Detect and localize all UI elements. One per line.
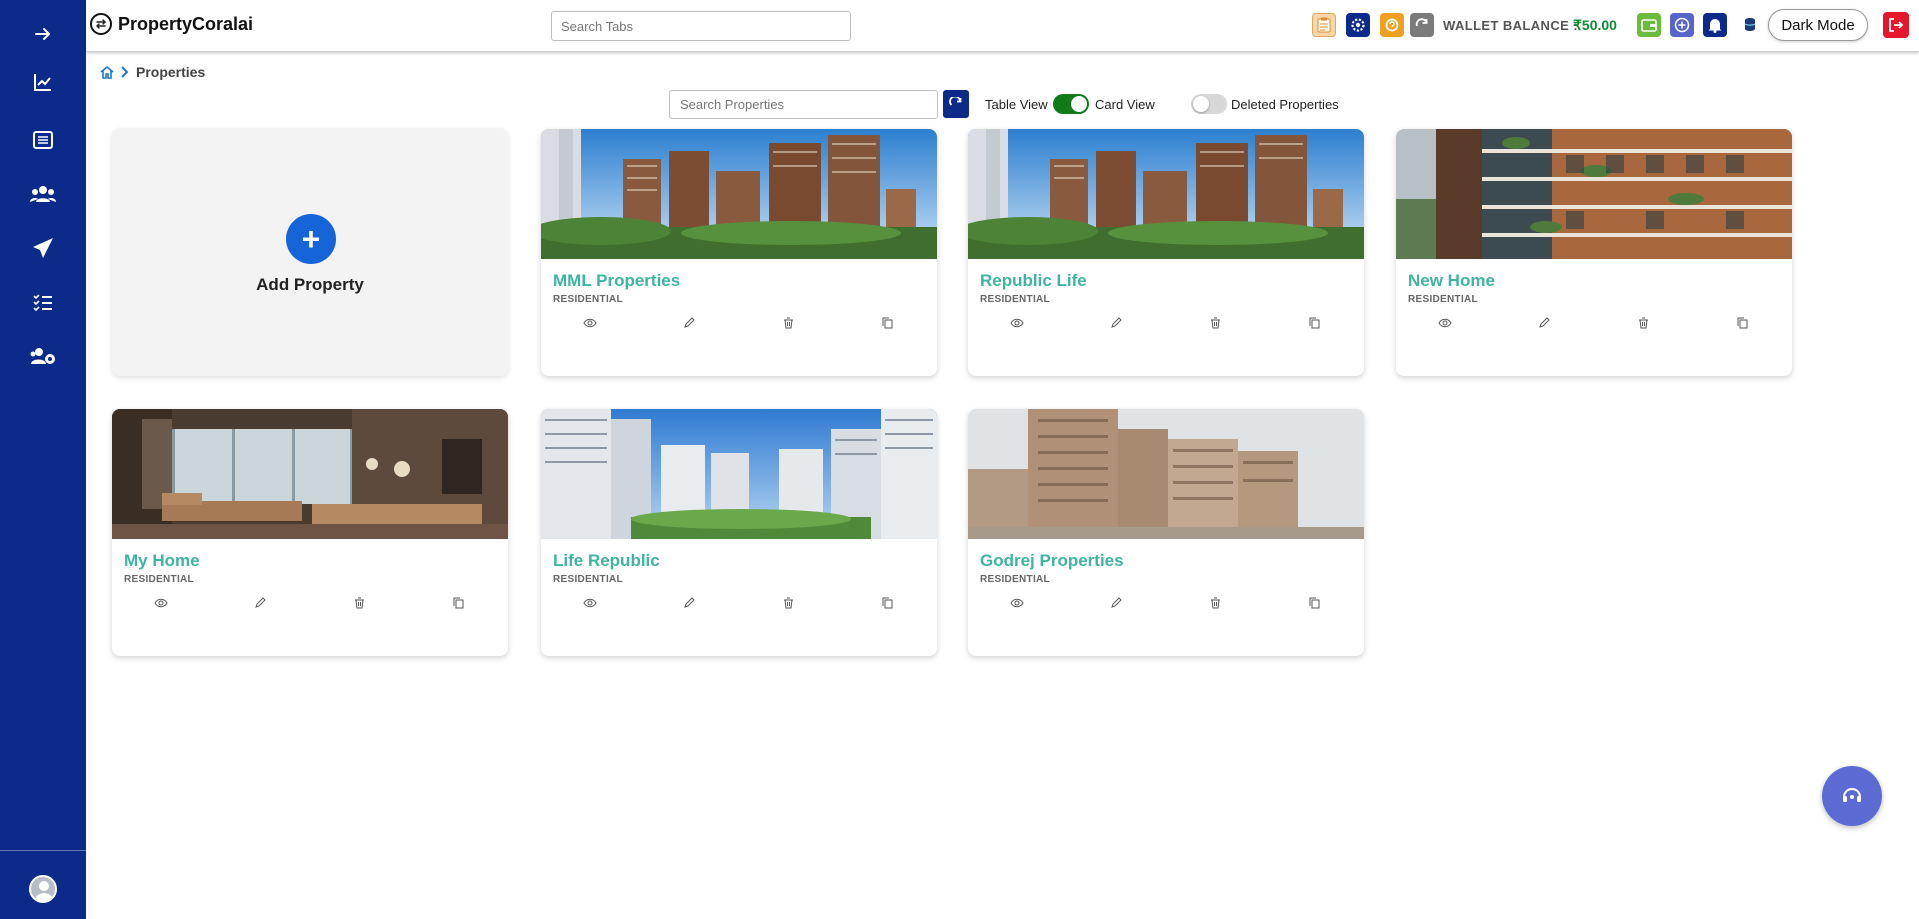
deleted-properties-toggle[interactable] xyxy=(1191,94,1227,114)
add-property-label: Add Property xyxy=(256,275,364,294)
dark-mode-button[interactable]: Dark Mode xyxy=(1768,9,1868,41)
view-icon[interactable] xyxy=(151,593,171,613)
property-image xyxy=(541,409,937,539)
property-name[interactable]: My Home xyxy=(124,551,200,571)
property-card[interactable]: New Home RESIDENTIAL xyxy=(1396,129,1792,376)
send-icon[interactable] xyxy=(0,228,86,268)
copy-icon[interactable] xyxy=(877,313,897,333)
property-name[interactable]: Godrej Properties xyxy=(980,551,1124,571)
card-actions xyxy=(968,313,1364,333)
chevron-right-icon xyxy=(120,66,130,78)
copy-icon[interactable] xyxy=(1304,593,1324,613)
edit-icon[interactable] xyxy=(250,593,270,613)
breadcrumb-current: Properties xyxy=(136,64,206,80)
sidebar xyxy=(0,0,86,919)
edit-icon[interactable] xyxy=(1534,313,1554,333)
avatar[interactable] xyxy=(29,875,57,903)
analytics-icon[interactable] xyxy=(0,62,86,102)
property-type: RESIDENTIAL xyxy=(980,294,1050,305)
view-icon[interactable] xyxy=(580,313,600,333)
property-card[interactable]: Republic Life RESIDENTIAL xyxy=(968,129,1364,376)
brand-name: PropertyCoralai xyxy=(118,13,254,34)
edit-icon[interactable] xyxy=(679,593,699,613)
view-icon[interactable] xyxy=(1007,593,1027,613)
wallet-icon[interactable] xyxy=(1637,13,1661,37)
view-icon[interactable] xyxy=(1435,313,1455,333)
property-card[interactable]: MML Properties RESIDENTIAL xyxy=(541,129,937,376)
property-name[interactable]: New Home xyxy=(1408,271,1495,291)
property-type: RESIDENTIAL xyxy=(980,574,1050,585)
card-actions xyxy=(112,593,508,613)
property-card[interactable]: Life Republic RESIDENTIAL xyxy=(541,409,937,656)
card-actions xyxy=(541,593,937,613)
copy-icon[interactable] xyxy=(1732,313,1752,333)
view-icon[interactable] xyxy=(1007,313,1027,333)
support-chat-button[interactable] xyxy=(1822,766,1882,826)
card-view-label: Card View xyxy=(1095,97,1155,112)
home-icon[interactable] xyxy=(100,65,114,79)
view-mode-toggle[interactable] xyxy=(1053,94,1089,114)
breadcrumb: Properties xyxy=(100,64,205,80)
brand[interactable]: ⇄ PropertyCoralai xyxy=(90,13,253,35)
wallet-balance-amount: ₹50.00 xyxy=(1573,17,1617,33)
checklist-icon[interactable] xyxy=(0,282,86,322)
edit-icon[interactable] xyxy=(1106,313,1126,333)
delete-icon[interactable] xyxy=(349,593,369,613)
delete-icon[interactable] xyxy=(778,593,798,613)
team-settings-icon[interactable] xyxy=(0,336,86,376)
copy-icon[interactable] xyxy=(1304,313,1324,333)
delete-icon[interactable] xyxy=(778,313,798,333)
property-image xyxy=(112,409,508,539)
refresh-button[interactable] xyxy=(943,90,969,118)
property-image xyxy=(968,129,1364,259)
edit-icon[interactable] xyxy=(1106,593,1126,613)
add-circle-icon[interactable] xyxy=(1670,13,1694,37)
property-name[interactable]: Life Republic xyxy=(553,551,660,571)
table-view-label: Table View xyxy=(985,97,1048,112)
property-type: RESIDENTIAL xyxy=(124,574,194,585)
bell-icon[interactable] xyxy=(1703,13,1727,37)
delete-icon[interactable] xyxy=(1633,313,1653,333)
plus-icon[interactable]: + xyxy=(286,214,336,264)
property-card[interactable]: My Home RESIDENTIAL xyxy=(112,409,508,656)
view-icon[interactable] xyxy=(580,593,600,613)
search-tabs-input[interactable] xyxy=(551,11,851,41)
sidebar-divider xyxy=(0,850,86,851)
property-name[interactable]: Republic Life xyxy=(980,271,1087,291)
users-icon[interactable] xyxy=(0,174,86,214)
expand-sidebar-icon[interactable] xyxy=(0,14,86,54)
property-type: RESIDENTIAL xyxy=(553,294,623,305)
refresh-icon[interactable] xyxy=(1410,13,1434,37)
property-image xyxy=(541,129,937,259)
wallet-balance-label: WALLET BALANCE : xyxy=(1443,18,1578,33)
property-card[interactable]: Godrej Properties RESIDENTIAL xyxy=(968,409,1364,656)
card-actions xyxy=(541,313,937,333)
clipboard-icon[interactable] xyxy=(1312,13,1336,37)
property-type: RESIDENTIAL xyxy=(553,574,623,585)
list-icon[interactable] xyxy=(0,120,86,160)
property-image xyxy=(968,409,1364,539)
settings-icon[interactable] xyxy=(1346,13,1370,37)
delete-icon[interactable] xyxy=(1205,593,1225,613)
copy-icon[interactable] xyxy=(448,593,468,613)
delete-icon[interactable] xyxy=(1205,313,1225,333)
support-icon[interactable] xyxy=(1380,13,1404,37)
copy-icon[interactable] xyxy=(877,593,897,613)
top-header: ⇄ PropertyCoralai WALLET BALANCE : ₹50.0… xyxy=(86,0,1919,52)
add-property-card[interactable]: + Add Property xyxy=(112,128,508,376)
card-actions xyxy=(968,593,1364,613)
card-actions xyxy=(1396,313,1792,333)
search-properties-input[interactable] xyxy=(669,90,938,119)
edit-icon[interactable] xyxy=(679,313,699,333)
brand-logo-icon: ⇄ xyxy=(90,13,112,35)
property-name[interactable]: MML Properties xyxy=(553,271,680,291)
database-icon[interactable] xyxy=(1738,13,1762,37)
property-type: RESIDENTIAL xyxy=(1408,294,1478,305)
logout-icon[interactable] xyxy=(1883,12,1909,38)
deleted-properties-label: Deleted Properties xyxy=(1231,97,1339,112)
property-image xyxy=(1396,129,1792,259)
